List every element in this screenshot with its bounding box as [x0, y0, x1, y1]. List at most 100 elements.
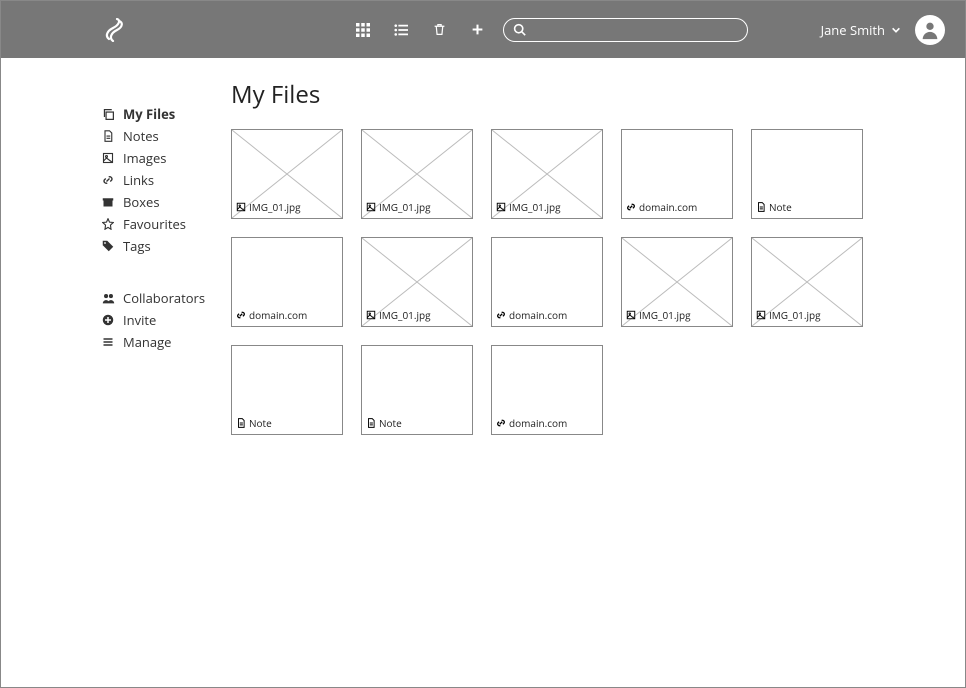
sidebar-item-label: Links	[123, 171, 154, 189]
file-label: Note	[236, 416, 272, 430]
sidebar-item-images[interactable]: Images	[101, 147, 231, 169]
sidebar-item-label: Invite	[123, 311, 156, 329]
image-icon	[366, 202, 376, 212]
file-label: Note	[366, 416, 402, 430]
grid-view-icon[interactable]	[355, 22, 371, 38]
file-tile[interactable]: domain.com	[491, 345, 603, 435]
file-tile[interactable]: Note	[751, 129, 863, 219]
file-tile[interactable]: Note	[231, 345, 343, 435]
file-name: Note	[769, 200, 792, 214]
file-name: domain.com	[639, 200, 697, 214]
file-tile[interactable]: IMG_01.jpg	[491, 129, 603, 219]
file-name: IMG_01.jpg	[639, 308, 691, 322]
sidebar: My Files Notes Images Links Boxes Favourites T…	[1, 58, 231, 687]
search-input[interactable]	[503, 18, 748, 42]
sidebar-nav: My Files Notes Images Links Boxes Favourites T…	[101, 103, 231, 257]
main-panel: My Files IMG_01.jpgIMG_01.jpgIMG_01.jpgd…	[231, 58, 965, 687]
list-view-icon[interactable]	[393, 22, 409, 38]
plus-circle-icon	[101, 313, 115, 327]
link-icon	[626, 202, 636, 212]
file-label: domain.com	[236, 308, 307, 322]
link-icon	[496, 418, 506, 428]
file-name: Note	[379, 416, 402, 430]
sidebar-admin-manage[interactable]: Manage	[101, 331, 231, 353]
sidebar-item-notes[interactable]: Notes	[101, 125, 231, 147]
tag-icon	[101, 239, 115, 253]
file-tile[interactable]: IMG_01.jpg	[621, 237, 733, 327]
sidebar-item-my-files[interactable]: My Files	[101, 103, 231, 125]
file-label: IMG_01.jpg	[756, 308, 821, 322]
sidebar-item-label: Collaborators	[123, 289, 205, 307]
trash-icon[interactable]	[431, 22, 447, 38]
file-label: domain.com	[626, 200, 697, 214]
file-name: IMG_01.jpg	[379, 200, 431, 214]
image-icon	[496, 202, 506, 212]
search-wrap	[503, 18, 748, 42]
user-menu[interactable]: Jane Smith	[821, 15, 945, 45]
file-name: domain.com	[249, 308, 307, 322]
file-tile[interactable]: IMG_01.jpg	[751, 237, 863, 327]
sidebar-item-label: Favourites	[123, 215, 186, 233]
file-label: IMG_01.jpg	[366, 308, 431, 322]
image-icon	[366, 310, 376, 320]
file-name: Note	[249, 416, 272, 430]
avatar	[915, 15, 945, 45]
file-tile[interactable]: IMG_01.jpg	[231, 129, 343, 219]
file-label: IMG_01.jpg	[236, 200, 301, 214]
sidebar-item-label: Manage	[123, 333, 171, 351]
file-label: IMG_01.jpg	[626, 308, 691, 322]
note-icon	[756, 202, 766, 212]
sidebar-item-links[interactable]: Links	[101, 169, 231, 191]
file-name: IMG_01.jpg	[769, 308, 821, 322]
file-label: domain.com	[496, 308, 567, 322]
file-tile[interactable]: IMG_01.jpg	[361, 129, 473, 219]
sidebar-item-label: Notes	[123, 127, 159, 145]
sidebar-item-tags[interactable]: Tags	[101, 235, 231, 257]
file-label: domain.com	[496, 416, 567, 430]
file-name: IMG_01.jpg	[509, 200, 561, 214]
sidebar-item-label: Tags	[123, 237, 151, 255]
sidebar-item-label: Images	[123, 149, 166, 167]
view-toolbar	[355, 22, 485, 38]
file-label: Note	[756, 200, 792, 214]
app-frame: Jane Smith My Files Notes Images Links Boxes…	[0, 0, 966, 688]
file-name: domain.com	[509, 308, 567, 322]
file-tile[interactable]: domain.com	[491, 237, 603, 327]
page-title: My Files	[231, 78, 945, 111]
link-icon	[236, 310, 246, 320]
file-name: IMG_01.jpg	[379, 308, 431, 322]
image-icon	[626, 310, 636, 320]
users-icon	[101, 291, 115, 305]
copy-icon	[101, 107, 115, 121]
link-icon	[496, 310, 506, 320]
note-icon	[236, 418, 246, 428]
star-icon	[101, 217, 115, 231]
top-bar: Jane Smith	[1, 1, 965, 58]
link-icon	[101, 173, 115, 187]
file-tile[interactable]: IMG_01.jpg	[361, 237, 473, 327]
file-name: domain.com	[509, 416, 567, 430]
app-logo[interactable]	[101, 18, 125, 42]
sidebar-admin-invite[interactable]: Invite	[101, 309, 231, 331]
sidebar-item-label: My Files	[123, 105, 175, 123]
image-icon	[101, 151, 115, 165]
file-tile[interactable]: Note	[361, 345, 473, 435]
image-icon	[236, 202, 246, 212]
chevron-down-icon	[891, 25, 901, 35]
file-icon	[101, 129, 115, 143]
file-label: IMG_01.jpg	[496, 200, 561, 214]
file-tile[interactable]: domain.com	[621, 129, 733, 219]
user-name-label: Jane Smith	[821, 21, 885, 39]
content-area: My Files Notes Images Links Boxes Favourites T…	[1, 58, 965, 687]
add-icon[interactable]	[469, 22, 485, 38]
list-icon	[101, 335, 115, 349]
file-tile[interactable]: domain.com	[231, 237, 343, 327]
box-icon	[101, 195, 115, 209]
sidebar-item-label: Boxes	[123, 193, 160, 211]
file-grid: IMG_01.jpg IMG_01.jpg IMG_01.jpg domain.com…	[231, 129, 945, 435]
file-name: IMG_01.jpg	[249, 200, 301, 214]
sidebar-item-boxes[interactable]: Boxes	[101, 191, 231, 213]
sidebar-admin-collaborators[interactable]: Collaborators	[101, 287, 231, 309]
sidebar-item-favourites[interactable]: Favourites	[101, 213, 231, 235]
file-label: IMG_01.jpg	[366, 200, 431, 214]
